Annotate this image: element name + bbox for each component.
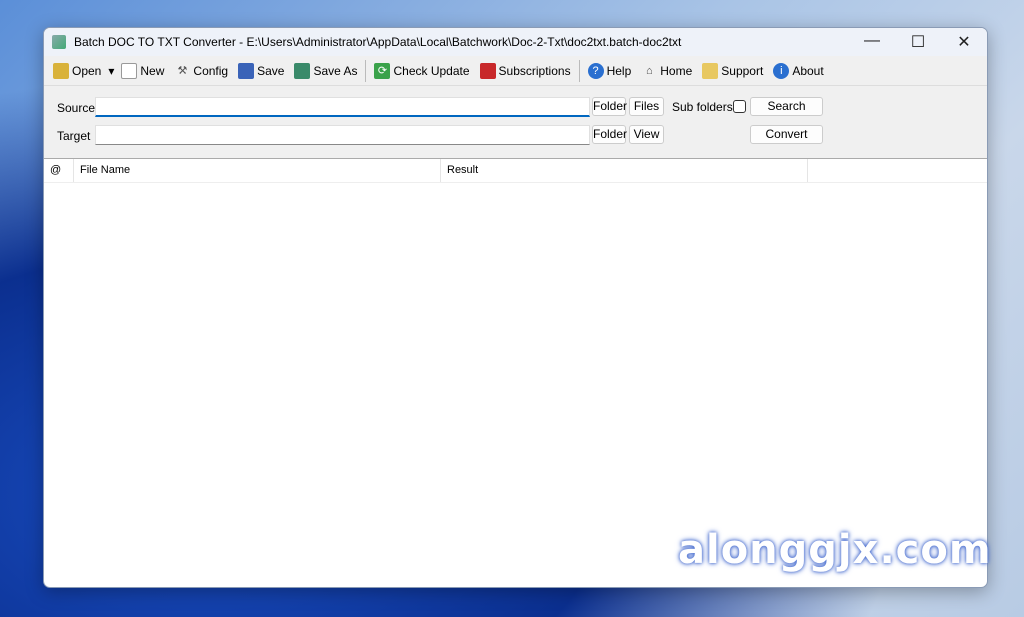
save-as-button[interactable]: Save As xyxy=(289,59,362,83)
source-files-button[interactable]: Files xyxy=(629,97,664,116)
window-title: Batch DOC TO TXT Converter - E:\Users\Ad… xyxy=(74,35,682,49)
toolbar-separator xyxy=(365,59,367,82)
toolbar-separator xyxy=(578,59,580,82)
save-icon xyxy=(238,62,255,79)
maximize-button[interactable]: ☐ xyxy=(895,32,941,52)
convert-button[interactable]: Convert xyxy=(750,125,823,144)
help-button[interactable]: ? Help xyxy=(583,59,637,83)
source-label: Source xyxy=(57,101,96,115)
home-label: Home xyxy=(660,63,693,78)
new-label: New xyxy=(140,63,165,78)
info-icon: i xyxy=(773,62,790,79)
about-label: About xyxy=(792,63,824,78)
support-button[interactable]: Support xyxy=(697,59,768,83)
path-form: Source Target Folder Files Sub folders S… xyxy=(44,86,987,159)
support-icon xyxy=(702,62,719,79)
file-list[interactable] xyxy=(44,183,987,563)
folder-open-icon xyxy=(53,62,69,79)
subscriptions-button[interactable]: Subscriptions xyxy=(475,59,576,83)
search-button[interactable]: Search xyxy=(750,97,823,116)
check-update-label: Check Update xyxy=(393,63,470,78)
save-as-label: Save As xyxy=(313,63,358,78)
new-button[interactable]: New xyxy=(116,59,169,83)
column-result[interactable]: Result xyxy=(441,159,808,182)
save-as-icon xyxy=(294,62,311,79)
save-label: Save xyxy=(257,63,285,78)
toolbar: Open ▾ New ⚒ Config Save Save As ⟳ Check U… xyxy=(44,56,987,86)
cart-icon xyxy=(479,62,496,79)
watermark: alonggjx.com xyxy=(678,527,992,573)
home-icon: ⌂ xyxy=(645,64,653,77)
title-bar: Batch DOC TO TXT Converter - E:\Users\Ad… xyxy=(44,28,987,56)
close-button[interactable]: ✕ xyxy=(941,32,987,52)
support-label: Support xyxy=(721,63,764,78)
about-button[interactable]: i About xyxy=(768,59,828,83)
save-button[interactable]: Save xyxy=(233,59,289,83)
target-label: Target xyxy=(57,129,91,143)
new-file-icon xyxy=(121,62,138,79)
open-label: Open xyxy=(72,63,102,78)
sub-folders-checkbox[interactable] xyxy=(733,100,746,113)
config-button[interactable]: ⚒ Config xyxy=(169,59,233,83)
column-status[interactable]: @ xyxy=(44,159,74,182)
source-input[interactable] xyxy=(95,97,590,117)
subscriptions-label: Subscriptions xyxy=(498,63,571,78)
help-label: Help xyxy=(606,63,632,78)
file-table-header: @ File Name Result xyxy=(44,159,987,183)
app-window: Batch DOC TO TXT Converter - E:\Users\Ad… xyxy=(43,27,988,588)
target-input[interactable] xyxy=(95,125,590,145)
column-file-name[interactable]: File Name xyxy=(74,159,441,182)
refresh-icon: ⟳ xyxy=(374,62,391,79)
sub-folders-label: Sub folders xyxy=(672,100,733,114)
home-button[interactable]: ⌂ Home xyxy=(636,59,697,83)
target-folder-button[interactable]: Folder xyxy=(592,125,627,144)
open-button[interactable]: Open xyxy=(48,59,106,83)
config-label: Config xyxy=(193,63,229,78)
target-view-button[interactable]: View xyxy=(629,125,664,144)
app-icon xyxy=(52,35,66,49)
help-icon: ? xyxy=(587,62,604,79)
tools-icon: ⚒ xyxy=(177,64,188,77)
minimize-button[interactable]: — xyxy=(849,32,895,52)
source-folder-button[interactable]: Folder xyxy=(592,97,627,116)
open-dropdown[interactable]: ▾ xyxy=(106,59,116,83)
check-update-button[interactable]: ⟳ Check Update xyxy=(369,59,474,83)
